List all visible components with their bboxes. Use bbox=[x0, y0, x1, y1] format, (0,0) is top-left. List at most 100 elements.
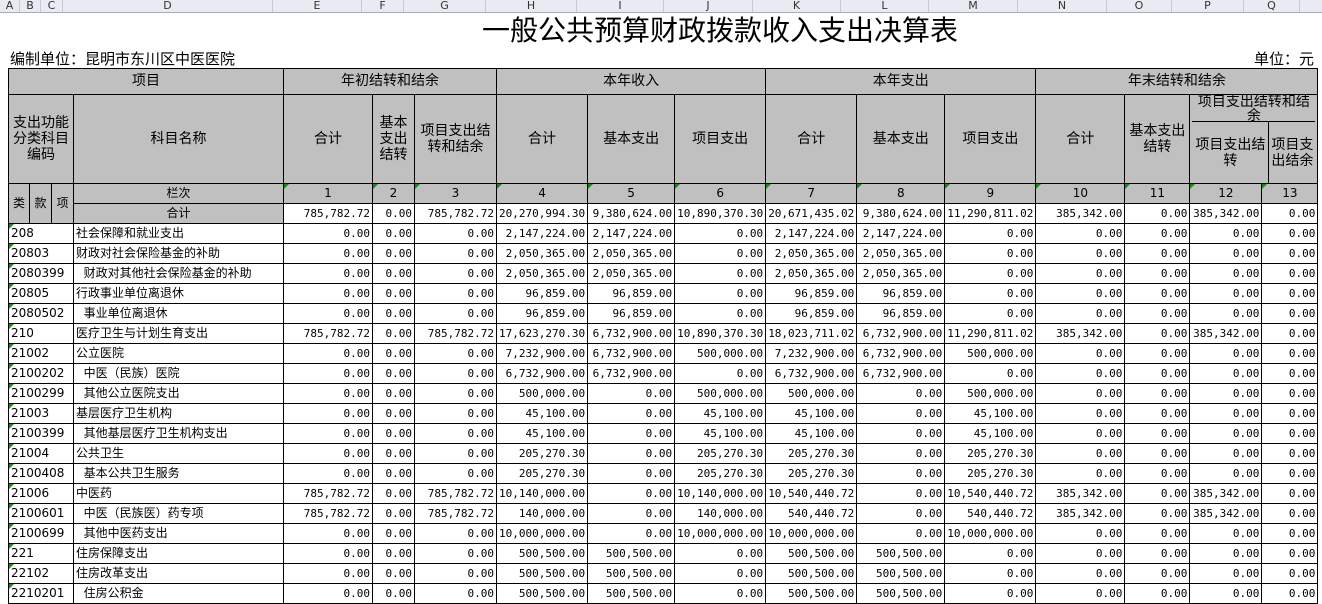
cell-value[interactable]: 0.00 bbox=[1189, 403, 1263, 424]
cell-value[interactable]: 0.00 bbox=[283, 243, 373, 264]
cell-value[interactable]: 2,147,224.00 bbox=[856, 223, 946, 244]
subject-code[interactable]: 21003 bbox=[8, 403, 74, 424]
cell-value[interactable]: 0.00 bbox=[1189, 383, 1263, 404]
cell-value[interactable]: 0.00 bbox=[1124, 423, 1191, 444]
cell-value[interactable]: 6,732,900.00 bbox=[856, 363, 946, 384]
cell-value[interactable]: 0.00 bbox=[856, 523, 946, 544]
cell-value[interactable]: 385,342.00 bbox=[1035, 503, 1126, 524]
cell-value[interactable]: 0.00 bbox=[856, 423, 946, 444]
column-letter-j[interactable]: J bbox=[664, 0, 753, 12]
cell-value[interactable]: 385,342.00 bbox=[1189, 323, 1263, 344]
cell-value[interactable]: 0.00 bbox=[1261, 503, 1319, 524]
cell-value[interactable]: 205,270.30 bbox=[674, 443, 767, 464]
subject-code[interactable]: 2080502 bbox=[8, 303, 74, 324]
subject-code[interactable]: 21004 bbox=[8, 443, 74, 464]
cell-value[interactable]: 96,859.00 bbox=[495, 283, 589, 304]
subject-name[interactable]: 其他公立医院支出 bbox=[73, 383, 284, 404]
cell-value[interactable]: 6,732,900.00 bbox=[587, 363, 676, 384]
cell-value[interactable]: 0.00 bbox=[587, 403, 676, 424]
column-letter-n[interactable]: N bbox=[1018, 0, 1107, 12]
subject-name[interactable]: 医疗卫生与计划生育支出 bbox=[73, 323, 284, 344]
cell-value[interactable]: 0.00 bbox=[1124, 223, 1191, 244]
lanci-col-4[interactable]: 4 bbox=[495, 183, 589, 204]
cell-value[interactable]: 0.00 bbox=[1124, 303, 1191, 324]
cell-value[interactable]: 0.00 bbox=[1261, 303, 1319, 324]
cell-value[interactable]: 0.00 bbox=[1124, 583, 1191, 604]
cell-value[interactable]: 385,342.00 bbox=[1189, 503, 1263, 524]
subject-name[interactable]: 住房改革支出 bbox=[73, 563, 284, 584]
cell-value[interactable]: 0.00 bbox=[1124, 503, 1191, 524]
lanci-col-9[interactable]: 9 bbox=[944, 183, 1037, 204]
column-letter-e[interactable]: E bbox=[273, 0, 362, 12]
cell-value[interactable]: 0.00 bbox=[372, 443, 415, 464]
cell-value[interactable]: 0.00 bbox=[1189, 343, 1263, 364]
cell-value[interactable]: 385,342.00 bbox=[1035, 323, 1126, 344]
cell-value[interactable]: 0.00 bbox=[283, 343, 373, 364]
cell-value[interactable]: 0.00 bbox=[674, 303, 767, 324]
subject-code[interactable]: 2080399 bbox=[8, 263, 74, 284]
cell-value[interactable]: 0.00 bbox=[944, 563, 1037, 584]
cell-value[interactable]: 6,732,900.00 bbox=[856, 323, 946, 344]
subject-name[interactable]: 行政事业单位离退休 bbox=[73, 283, 284, 304]
cell-value[interactable]: 0.00 bbox=[1035, 383, 1126, 404]
cell-value[interactable]: 0.00 bbox=[414, 383, 497, 404]
cell-value[interactable]: 0.00 bbox=[414, 223, 497, 244]
subject-code[interactable]: 2210201 bbox=[8, 583, 74, 604]
cell-value[interactable]: 6,732,900.00 bbox=[856, 343, 946, 364]
cell-value[interactable]: 0.00 bbox=[414, 343, 497, 364]
column-letter-m[interactable]: M bbox=[929, 0, 1018, 12]
cell-value[interactable]: 785,782.72 bbox=[414, 323, 497, 344]
sum-value[interactable]: 385,342.00 bbox=[1035, 203, 1126, 224]
cell-value[interactable]: 2,050,365.00 bbox=[495, 263, 589, 284]
cell-value[interactable]: 0.00 bbox=[414, 443, 497, 464]
cell-value[interactable]: 500,500.00 bbox=[856, 583, 946, 604]
cell-value[interactable]: 17,623,270.30 bbox=[495, 323, 589, 344]
cell-value[interactable]: 500,000.00 bbox=[674, 383, 767, 404]
subject-name[interactable]: 公立医院 bbox=[73, 343, 284, 364]
cell-value[interactable]: 0.00 bbox=[372, 323, 415, 344]
cell-value[interactable]: 0.00 bbox=[414, 363, 497, 384]
cell-value[interactable]: 0.00 bbox=[587, 483, 676, 504]
cell-value[interactable]: 45,100.00 bbox=[495, 423, 589, 444]
lanci-col-2[interactable]: 2 bbox=[372, 183, 415, 204]
cell-value[interactable]: 0.00 bbox=[1124, 283, 1191, 304]
sum-value[interactable]: 9,380,624.00 bbox=[856, 203, 946, 224]
subject-code[interactable]: 2100399 bbox=[8, 423, 74, 444]
lanci-col-6[interactable]: 6 bbox=[674, 183, 767, 204]
cell-value[interactable]: 205,270.30 bbox=[765, 463, 858, 484]
cell-value[interactable]: 0.00 bbox=[1189, 523, 1263, 544]
cell-value[interactable]: 0.00 bbox=[1035, 443, 1126, 464]
cell-value[interactable]: 0.00 bbox=[1035, 283, 1126, 304]
cell-value[interactable]: 6,732,900.00 bbox=[587, 323, 676, 344]
cell-value[interactable]: 0.00 bbox=[283, 583, 373, 604]
cell-value[interactable]: 0.00 bbox=[1035, 343, 1126, 364]
cell-value[interactable]: 0.00 bbox=[372, 503, 415, 524]
cell-value[interactable]: 0.00 bbox=[1261, 263, 1319, 284]
cell-value[interactable]: 0.00 bbox=[1124, 343, 1191, 364]
cell-value[interactable]: 2,050,365.00 bbox=[765, 263, 858, 284]
cell-value[interactable]: 0.00 bbox=[1035, 543, 1126, 564]
cell-value[interactable]: 96,859.00 bbox=[587, 303, 676, 324]
cell-value[interactable]: 500,500.00 bbox=[587, 563, 676, 584]
cell-value[interactable]: 0.00 bbox=[1035, 563, 1126, 584]
column-letter-q[interactable]: Q bbox=[1244, 0, 1300, 12]
cell-value[interactable]: 0.00 bbox=[1035, 403, 1126, 424]
column-letter-o[interactable]: O bbox=[1107, 0, 1172, 12]
cell-value[interactable]: 785,782.72 bbox=[283, 503, 373, 524]
cell-value[interactable]: 0.00 bbox=[1124, 563, 1191, 584]
sum-value[interactable]: 20,270,994.30 bbox=[495, 203, 589, 224]
sum-value[interactable]: 20,671,435.02 bbox=[765, 203, 858, 224]
cell-value[interactable]: 0.00 bbox=[283, 383, 373, 404]
cell-value[interactable]: 2,050,365.00 bbox=[765, 243, 858, 264]
cell-value[interactable]: 500,500.00 bbox=[856, 563, 946, 584]
cell-value[interactable]: 500,000.00 bbox=[944, 343, 1037, 364]
cell-value[interactable]: 10,140,000.00 bbox=[495, 483, 589, 504]
cell-value[interactable]: 0.00 bbox=[283, 303, 373, 324]
cell-value[interactable]: 0.00 bbox=[944, 363, 1037, 384]
cell-value[interactable]: 0.00 bbox=[372, 263, 415, 284]
cell-value[interactable]: 0.00 bbox=[283, 363, 373, 384]
cell-value[interactable]: 0.00 bbox=[283, 283, 373, 304]
subject-name[interactable]: 其他基层医疗卫生机构支出 bbox=[73, 423, 284, 444]
cell-value[interactable]: 785,782.72 bbox=[283, 483, 373, 504]
cell-value[interactable]: 0.00 bbox=[414, 523, 497, 544]
